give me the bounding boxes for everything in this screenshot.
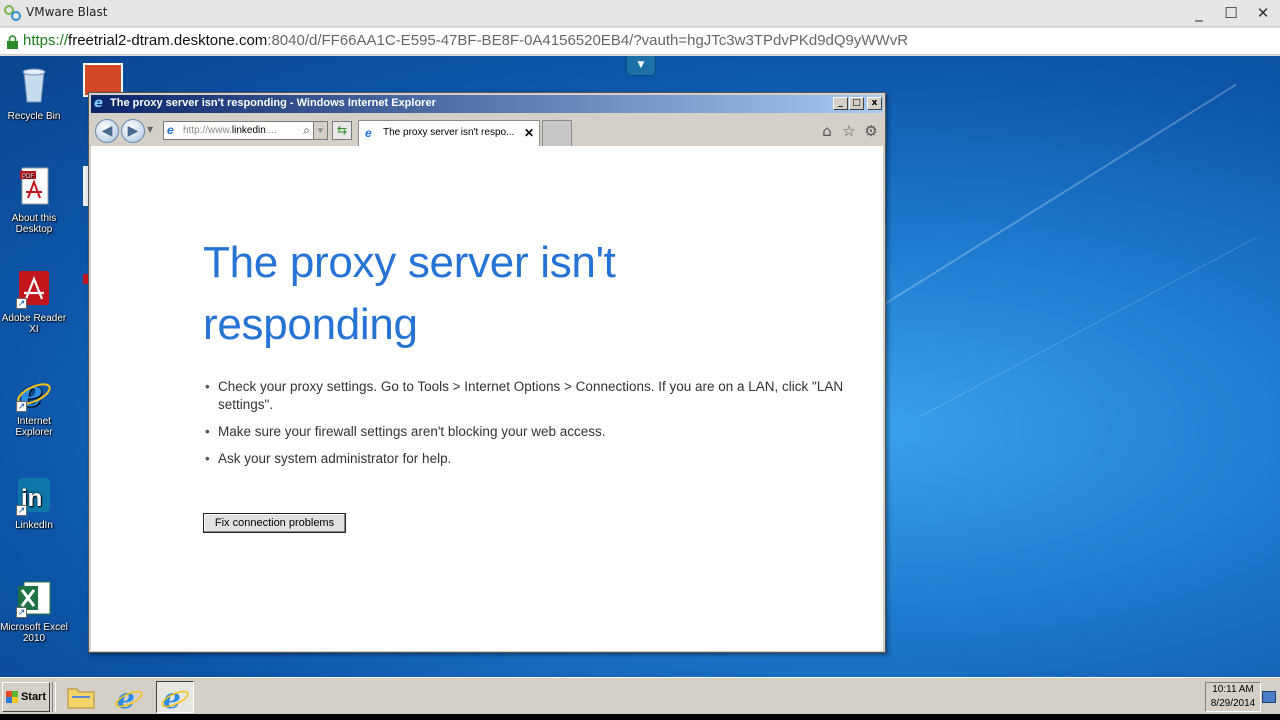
desktop-icon-about-desktop[interactable]: PDF About this Desktop (0, 166, 68, 235)
shortcut-arrow-icon: ↗ (16, 401, 27, 412)
desktop-icon-adobe-reader[interactable]: ↗ Adobe Reader XI (0, 269, 68, 335)
tab-close-icon[interactable]: ✕ (524, 121, 534, 145)
search-icon[interactable]: ⌕ (303, 122, 310, 139)
taskbar-ie-active-button[interactable]: e (156, 681, 194, 715)
desktop-icon-excel[interactable]: ↗ Microsoft Excel 2010 (0, 578, 68, 644)
ie-window-title: The proxy server isn't responding - Wind… (110, 97, 436, 109)
ie-maximize-button[interactable]: □ (849, 97, 864, 110)
url-host: freetrial2-dtram.desktone.com (68, 32, 268, 49)
ie-toolbar: ◀ ▶ ▼ e http://www.linkedin.... ⌕ ▼ ⇆ e … (91, 114, 883, 146)
ie-window[interactable]: e The proxy server isn't responding - Wi… (88, 92, 886, 653)
list-item: Make sure your firewall settings aren't … (205, 423, 845, 441)
url-scheme: https:// (23, 32, 69, 49)
vmware-blast-icon (4, 5, 21, 21)
taskbar: Start e e 10:11 AM 8/29/2014 (0, 677, 1280, 715)
back-button[interactable]: ◀ (95, 119, 119, 143)
desktop-icon-label: Recycle Bin (7, 111, 61, 122)
ie-minimize-button[interactable]: _ (833, 97, 848, 110)
clock-time: 10:11 AM (1212, 684, 1254, 695)
ie-close-button[interactable]: x (867, 97, 882, 110)
list-item: Check your proxy settings. Go to Tools >… (205, 378, 845, 414)
show-desktop-icon[interactable] (1262, 691, 1276, 703)
vmware-window-title: VMware Blast (26, 5, 108, 19)
system-clock[interactable]: 10:11 AM 8/29/2014 (1205, 682, 1261, 712)
favorites-star-icon[interactable]: ☆ (840, 122, 858, 140)
error-suggestions-list: Check your proxy settings. Go to Tools >… (205, 378, 845, 477)
pdf-icon: PDF (20, 167, 49, 205)
desktop-icon-label: Adobe Reader XI (1, 313, 67, 335)
shortcut-arrow-icon: ↗ (16, 298, 27, 309)
maximize-button[interactable]: ☐ (1216, 2, 1246, 24)
svg-text:e: e (163, 682, 181, 712)
url-text[interactable]: https://freetrial2-dtram.desktone.com:80… (23, 31, 908, 51)
recent-pages-dropdown-icon[interactable]: ▼ (147, 125, 153, 134)
tab-current[interactable]: e The proxy server isn't respo... ✕ (358, 120, 540, 146)
refresh-button[interactable]: ⇆ (332, 121, 352, 140)
taskbar-separator (52, 682, 56, 712)
close-button[interactable]: ✕ (1248, 2, 1278, 24)
shortcut-arrow-icon: ↗ (16, 505, 27, 516)
taskbar-explorer-button[interactable] (62, 681, 100, 713)
taskbar-ie-button[interactable]: e (110, 681, 148, 715)
desktop-icon-internet-explorer[interactable]: e ↗ Internet Explorer (0, 372, 68, 438)
desktop-icon-label: Internet Explorer (15, 416, 53, 438)
start-button[interactable]: Start (2, 682, 50, 712)
desktop-icon-label: Microsoft Excel 2010 (0, 622, 68, 644)
internet-explorer-icon: e (161, 682, 189, 715)
page-icon: e (167, 123, 174, 137)
fix-connection-problems-button[interactable]: Fix connection problems (203, 513, 346, 533)
internet-explorer-icon: e (115, 682, 143, 715)
ie-logo-icon: e (94, 96, 103, 111)
address-domain: linkedin (231, 125, 266, 136)
minimize-button[interactable]: _ (1184, 2, 1214, 24)
bottom-edge (0, 714, 1280, 720)
windows-flag-icon (6, 697, 18, 703)
shortcut-arrow-icon: ↗ (16, 607, 27, 618)
address-dropdown-icon[interactable]: ▼ (313, 122, 327, 139)
list-item: Ask your system administrator for help. (205, 450, 845, 468)
address-prefix: http://www. (183, 125, 232, 136)
clock-date: 8/29/2014 (1210, 698, 1256, 709)
folder-icon (67, 688, 95, 709)
url-bar[interactable]: https://freetrial2-dtram.desktone.com:80… (0, 28, 1280, 55)
vmware-toolbar-toggle[interactable]: ▼ (626, 56, 656, 76)
new-tab-button[interactable] (542, 120, 572, 146)
svg-text:e: e (117, 682, 135, 712)
ie-title-bar[interactable]: e The proxy server isn't responding - Wi… (91, 95, 883, 113)
url-path: :8040/d/FF66AA1C-E595-47BF-BE8F-0A415652… (267, 32, 909, 49)
address-bar[interactable]: e http://www.linkedin.... ⌕ ▼ (163, 121, 328, 140)
forward-button[interactable]: ▶ (121, 119, 145, 143)
wallpaper-streak (879, 83, 1237, 308)
tab-page-icon: e (365, 126, 372, 140)
desktop-icon-recycle-bin[interactable]: Recycle Bin (0, 64, 68, 122)
ie-page-content: The proxy server isn't responding Check … (91, 146, 883, 651)
desktop-icon-label: About this Desktop (11, 213, 57, 235)
home-icon[interactable]: ⌂ (818, 122, 836, 140)
gear-icon[interactable]: ⚙ (862, 122, 880, 140)
lock-icon (7, 35, 18, 49)
svg-text:PDF: PDF (22, 174, 34, 180)
error-title: The proxy server isn't responding (203, 238, 616, 349)
desktop-icon-label: LinkedIn (15, 520, 53, 531)
recycle-bin-icon (22, 68, 46, 103)
address-suffix: .... (265, 125, 277, 136)
vmware-title-bar: VMware Blast _ ☐ ✕ (0, 0, 1280, 27)
start-label: Start (20, 691, 46, 703)
desktop-icon-linkedin[interactable]: in ↗ LinkedIn (0, 476, 68, 531)
tab-title: The proxy server isn't respo... (383, 127, 515, 138)
wallpaper-streak (919, 237, 1256, 417)
